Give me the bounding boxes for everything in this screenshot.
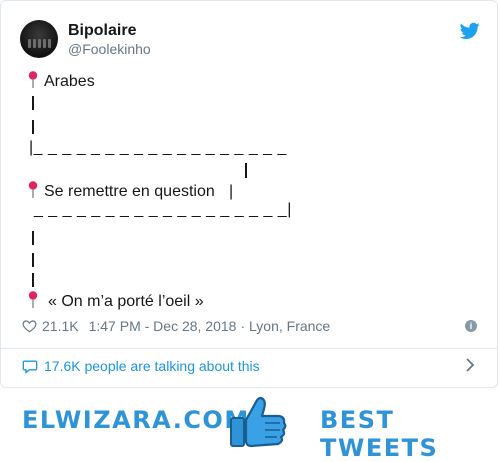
pin-icon (28, 71, 38, 88)
author-name[interactable]: Bipolaire (68, 22, 136, 40)
thumbs-up-icon (230, 396, 287, 448)
ascii-dashes: _ _ _ _ _ _ _ _ _ _ _ _ _ _ _ _ _ _| (29, 201, 292, 218)
pin-icon (28, 291, 38, 308)
heart-icon[interactable] (22, 319, 37, 333)
speech-bubble-icon (22, 360, 38, 374)
talking-label: 17.6K people are talking about this (44, 358, 260, 374)
like-count[interactable]: 21.1K (42, 318, 79, 334)
ascii-dashes: |_ _ _ _ _ _ _ _ _ _ _ _ _ _ _ _ _ _ (29, 139, 287, 156)
author-handle[interactable]: @Foolekinho (68, 41, 151, 57)
banner-site-name: ELWIZARA.COM (22, 406, 250, 434)
ascii-bar-text: | (229, 183, 234, 200)
tweet-line-arabes: Arabes (44, 73, 95, 90)
twitter-bird-icon[interactable] (460, 22, 480, 40)
ascii-bar (245, 163, 247, 178)
ascii-bar (32, 253, 34, 267)
divider (1, 348, 497, 349)
info-icon[interactable]: i (465, 320, 477, 332)
tweet-line-quote: « On m’a porté l’oeil » (48, 293, 204, 310)
tweet-meta: 21.1K 1:47 PM - Dec 28, 2018 · Lyon, Fra… (22, 318, 330, 334)
ascii-bar (32, 96, 34, 110)
pin-icon (28, 181, 38, 198)
chevron-right-icon[interactable] (465, 358, 475, 372)
avatar[interactable] (20, 20, 58, 58)
ascii-bar (32, 120, 34, 134)
ascii-bar (32, 231, 34, 245)
banner-tagline: BEST TWEETS (320, 406, 439, 462)
timestamp[interactable]: 1:47 PM - Dec 28, 2018 (89, 318, 237, 334)
conversation-link[interactable]: 17.6K people are talking about this (22, 358, 260, 374)
tweet-card: Bipolaire @Foolekinho Arabes |_ _ _ _ _ … (0, 0, 498, 388)
location[interactable]: · Lyon, France (240, 318, 330, 334)
tweet-line-question: Se remettre en question (44, 183, 215, 200)
ascii-bar (32, 273, 34, 287)
